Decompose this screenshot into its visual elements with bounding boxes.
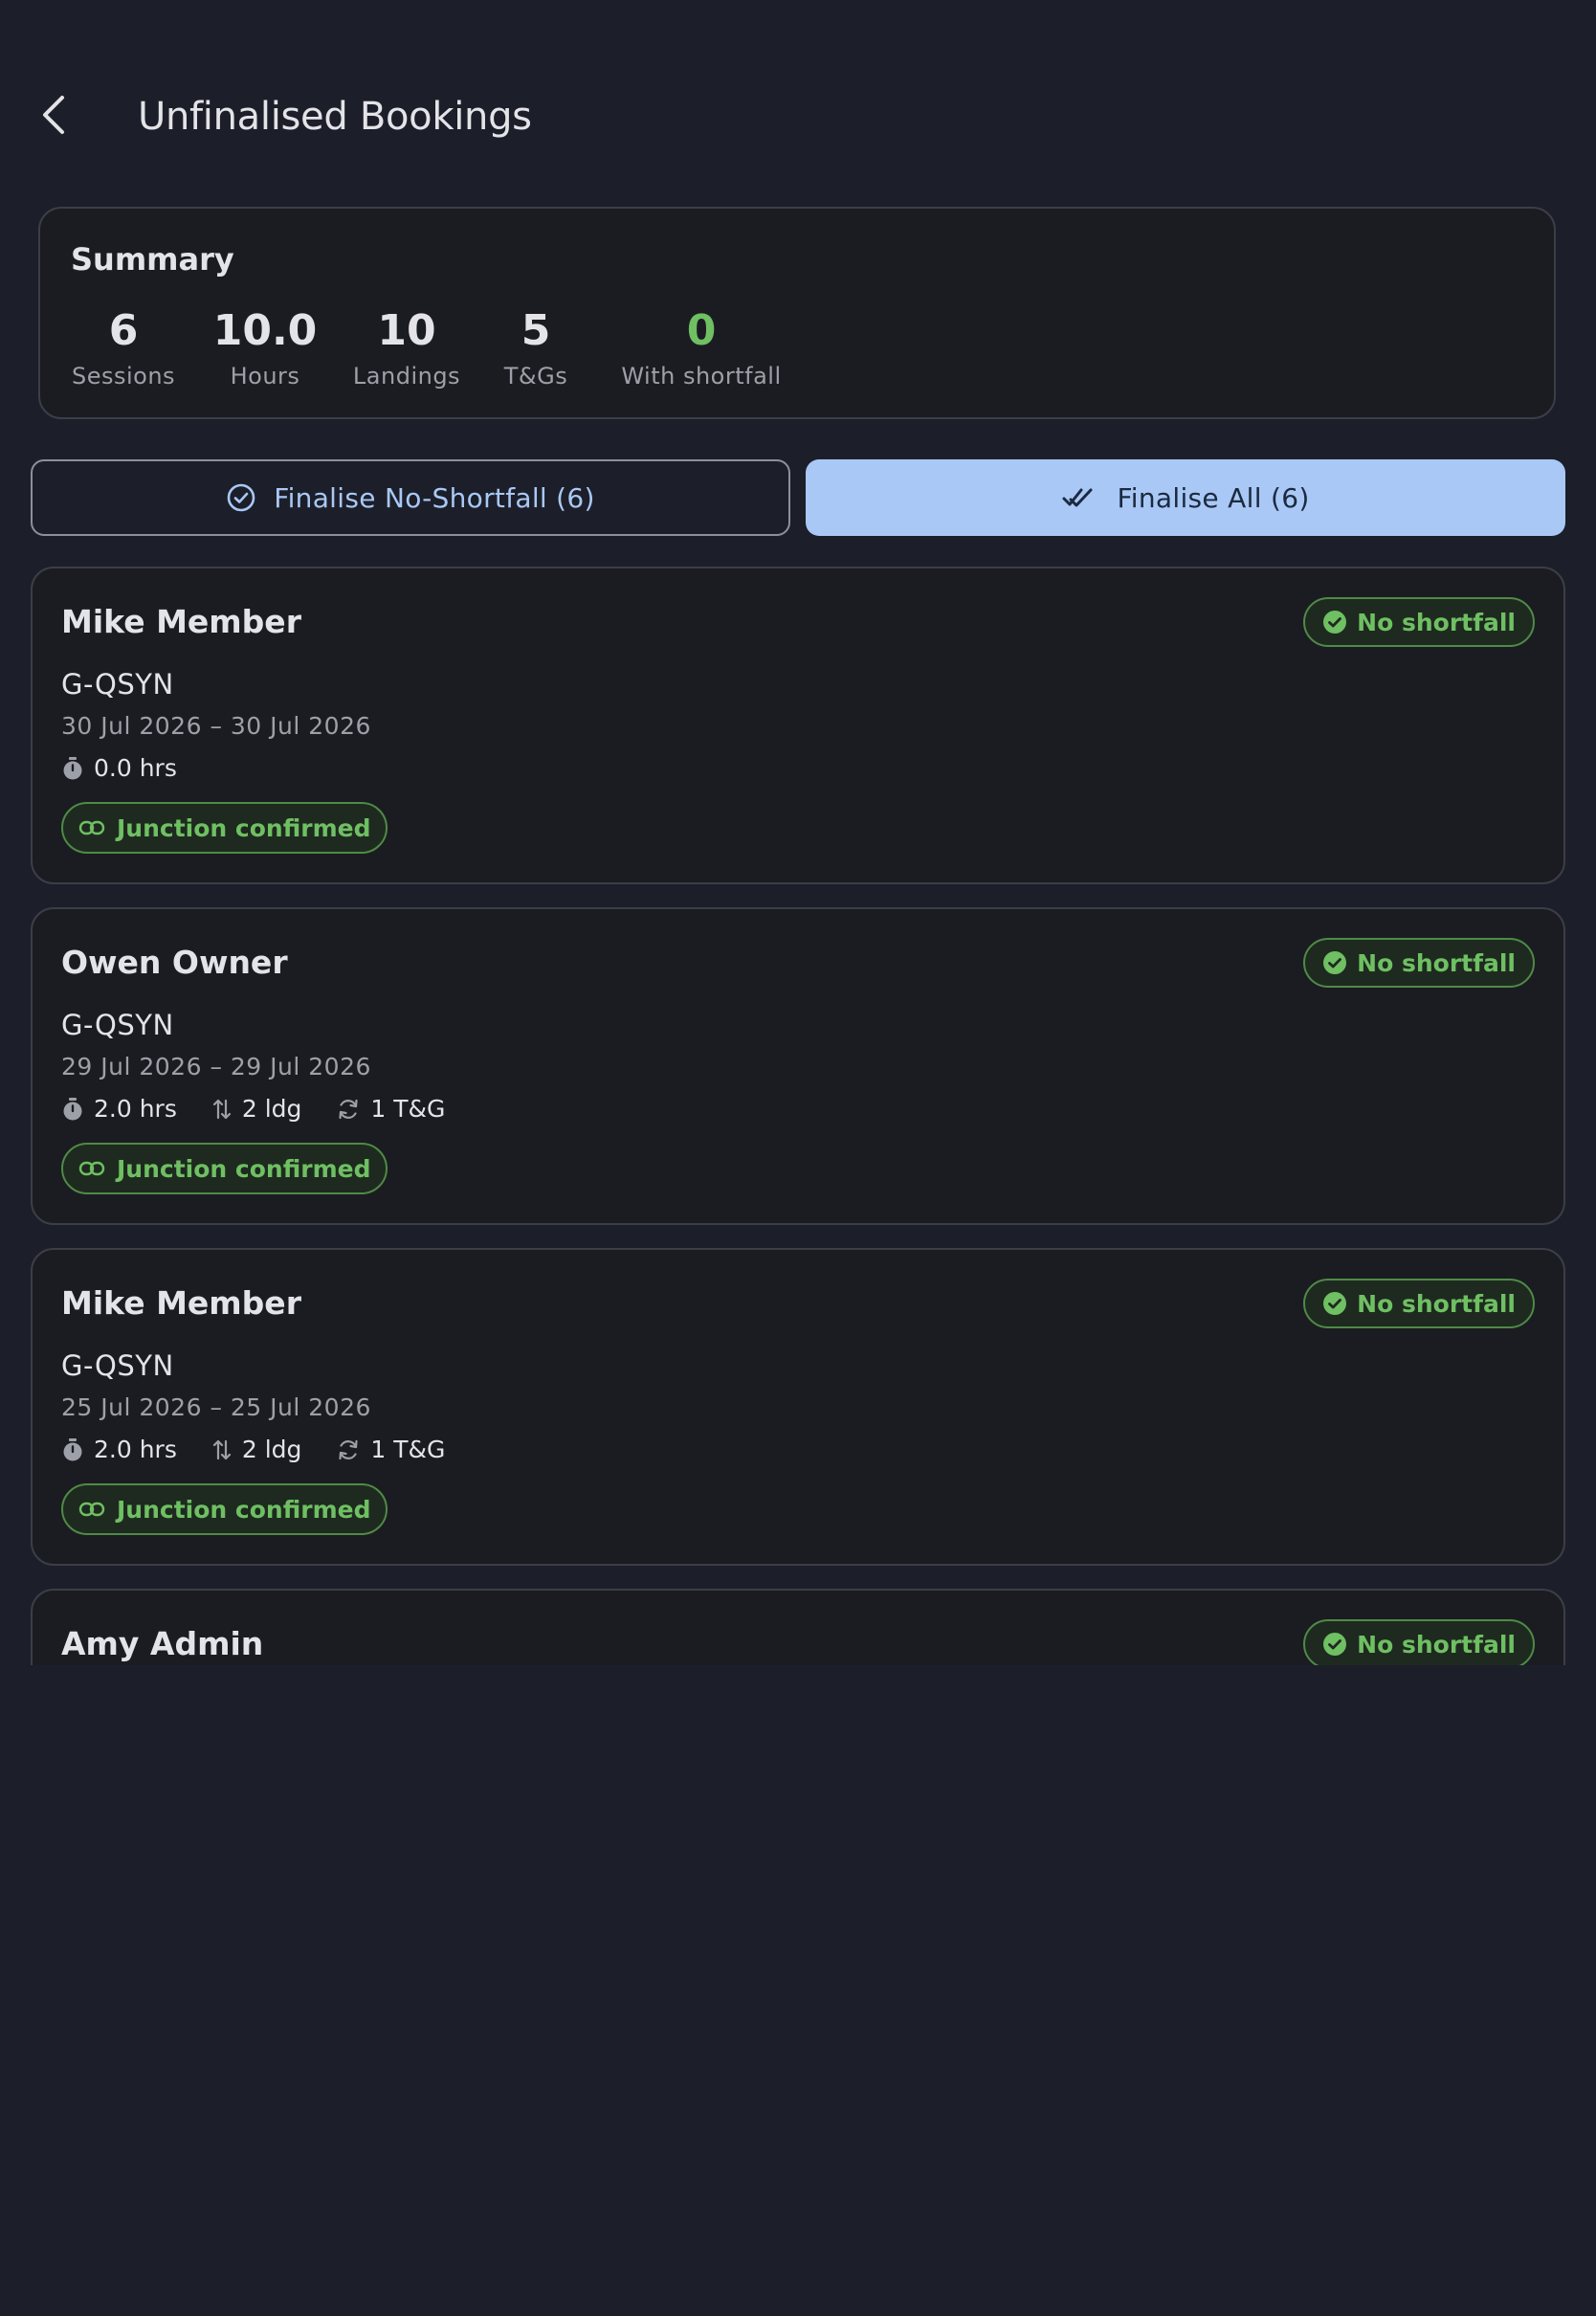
status-label: No shortfall: [1357, 1289, 1516, 1318]
hours-metric: 2.0 hrs: [61, 1095, 177, 1123]
member-name: Amy Admin: [61, 1625, 264, 1662]
booking-metrics: 0.0 hrs: [61, 754, 177, 782]
hours-metric: 0.0 hrs: [61, 754, 177, 782]
timer-icon: [63, 756, 82, 779]
check-circle-filled-icon: [1323, 951, 1347, 974]
link-icon: [78, 820, 105, 835]
status-label: No shortfall: [1357, 948, 1516, 977]
booking-metrics: 2.0 hrs 2 ldg 1 T&G: [61, 1436, 445, 1463]
tgs-metric: 1 T&G: [336, 1095, 445, 1123]
link-icon: [78, 1161, 105, 1176]
swap-vertical-icon: [212, 1099, 231, 1119]
timer-icon: [63, 1437, 82, 1460]
junction-label: Junction confirmed: [117, 813, 371, 842]
swap-vertical-icon: [212, 1439, 231, 1459]
booking-dates: 25 Jul 2026 – 25 Jul 2026: [61, 1393, 371, 1421]
tgs-value: 1 T&G: [370, 1095, 446, 1123]
aircraft-registration: G-QSYN: [61, 668, 174, 701]
booking-card[interactable]: Owen Owner No shortfall G-QSYN 29 Jul 20…: [31, 907, 1565, 1225]
member-name: Mike Member: [61, 1284, 301, 1322]
booking-dates: 30 Jul 2026 – 30 Jul 2026: [61, 712, 371, 740]
check-circle-filled-icon: [1323, 611, 1347, 634]
status-label: No shortfall: [1357, 1630, 1516, 1659]
junction-label: Junction confirmed: [117, 1495, 371, 1524]
booking-metrics: 2.0 hrs 2 ldg 1 T&G: [61, 1095, 445, 1123]
tgs-value: 1 T&G: [370, 1436, 446, 1463]
status-badge: No shortfall: [1303, 1279, 1535, 1328]
status-badge: No shortfall: [1303, 597, 1535, 647]
aircraft-registration: G-QSYN: [61, 1349, 174, 1382]
hours-value: 2.0 hrs: [94, 1436, 177, 1463]
junction-badge: Junction confirmed: [61, 1143, 388, 1194]
check-circle-filled-icon: [1323, 1292, 1347, 1315]
status-label: No shortfall: [1357, 608, 1516, 636]
link-icon: [78, 1502, 105, 1517]
landings-value: 2 ldg: [241, 1095, 302, 1123]
booking-card[interactable]: Mike Member No shortfall G-QSYN 25 Jul 2…: [31, 1248, 1565, 1566]
aircraft-registration: G-QSYN: [61, 1009, 174, 1041]
refresh-icon: [339, 1099, 359, 1119]
landings-value: 2 ldg: [241, 1436, 302, 1463]
junction-badge: Junction confirmed: [61, 802, 388, 854]
booking-card[interactable]: Mike Member No shortfall G-QSYN 30 Jul 2…: [31, 567, 1565, 884]
hours-metric: 2.0 hrs: [61, 1436, 177, 1463]
booking-dates: 29 Jul 2026 – 29 Jul 2026: [61, 1053, 371, 1080]
tgs-metric: 1 T&G: [336, 1436, 445, 1463]
check-circle-filled-icon: [1323, 1633, 1347, 1656]
booking-card[interactable]: Amy Admin No shortfall: [31, 1589, 1565, 1665]
booking-list[interactable]: Mike Member No shortfall G-QSYN 30 Jul 2…: [0, 0, 1596, 1665]
junction-badge: Junction confirmed: [61, 1483, 388, 1535]
status-badge: No shortfall: [1303, 1619, 1535, 1665]
hours-value: 2.0 hrs: [94, 1095, 177, 1123]
landings-metric: 2 ldg: [211, 1095, 302, 1123]
timer-icon: [63, 1097, 82, 1120]
status-badge: No shortfall: [1303, 938, 1535, 988]
landings-metric: 2 ldg: [211, 1436, 302, 1463]
refresh-icon: [339, 1439, 359, 1459]
junction-label: Junction confirmed: [117, 1154, 371, 1183]
member-name: Mike Member: [61, 603, 301, 640]
member-name: Owen Owner: [61, 944, 288, 981]
hours-value: 0.0 hrs: [94, 754, 177, 782]
